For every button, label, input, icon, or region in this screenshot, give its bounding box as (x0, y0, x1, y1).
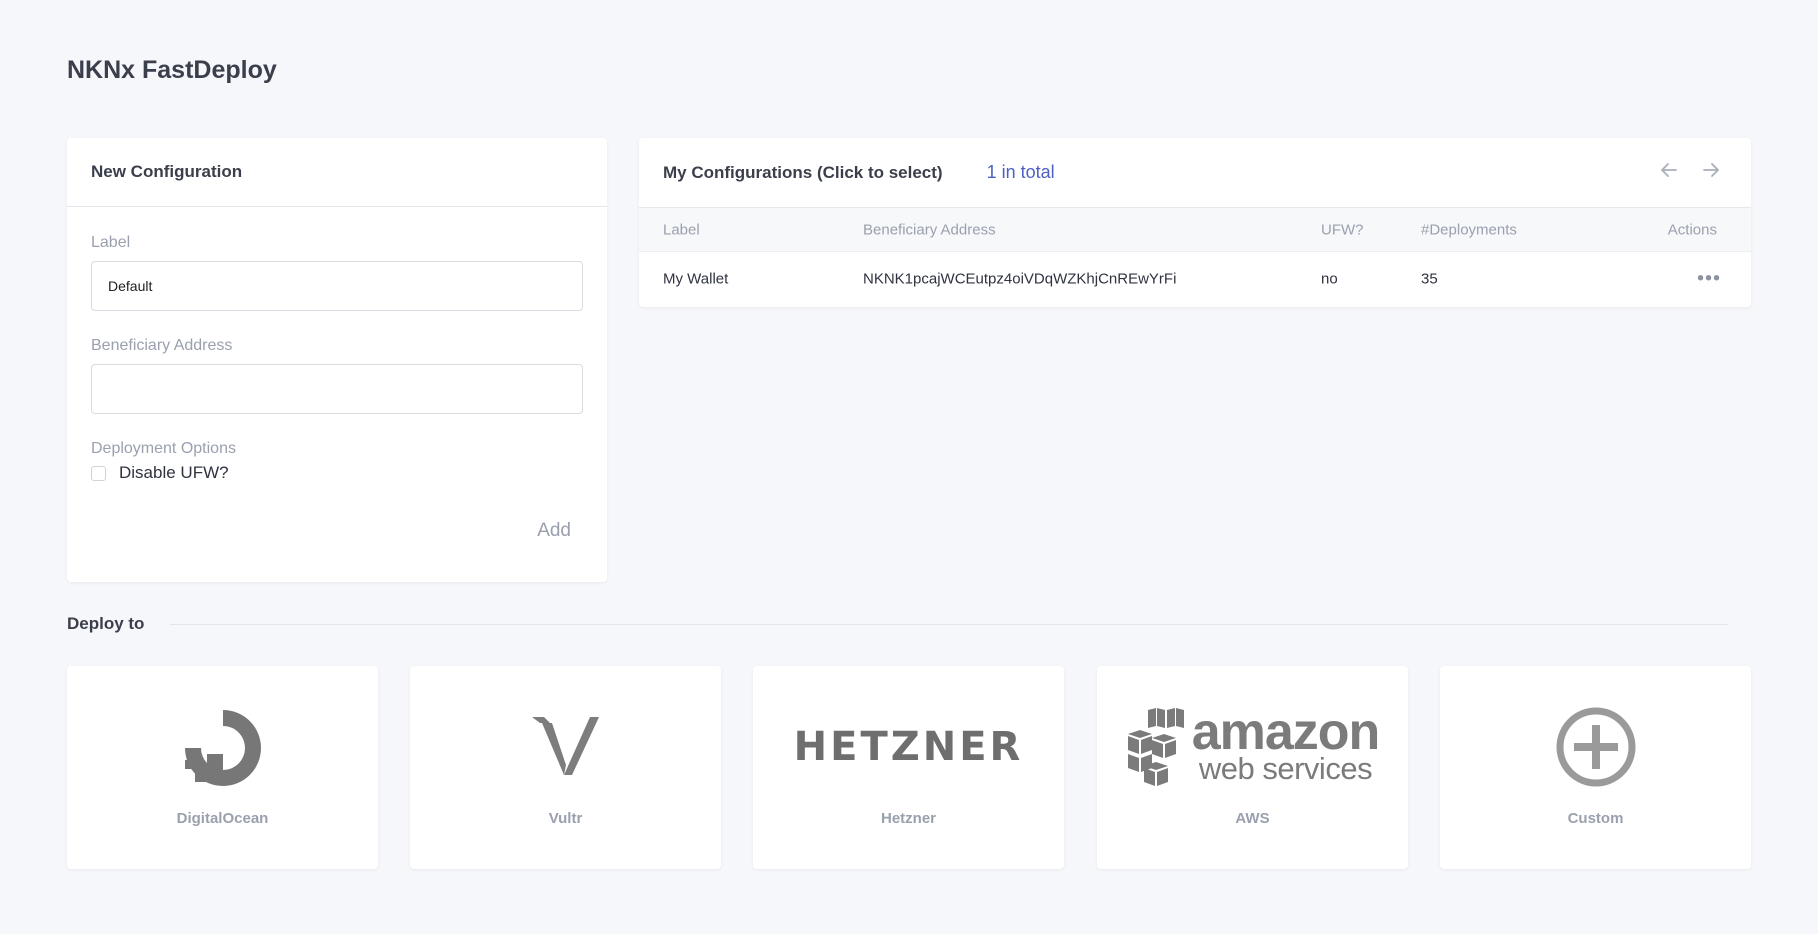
address-field-group: Beneficiary Address (91, 337, 583, 414)
page-title: NKNx FastDeploy (67, 56, 277, 84)
new-configuration-card: New Configuration Label Beneficiary Addr… (67, 138, 607, 582)
row-ufw: no (1321, 270, 1338, 288)
digitalocean-logo (67, 706, 378, 788)
row-beneficiary-address: NKNK1pcajWCEutpz4oiVDqWZKhjCnREwYrFi (863, 270, 1177, 288)
beneficiary-address-input[interactable] (91, 364, 583, 414)
my-configurations-card: My Configurations (Click to select) 1 in… (639, 138, 1751, 307)
deploy-to-title: Deploy to (67, 614, 145, 633)
disable-ufw-option[interactable]: Disable UFW? (91, 463, 583, 483)
label-input[interactable] (91, 261, 583, 311)
pagination (1659, 160, 1721, 186)
new-configuration-form: Label Beneficiary Address Deployment Opt… (67, 207, 607, 483)
provider-hetzner[interactable]: HETZNER Hetzner (753, 666, 1064, 869)
table-header: Label Beneficiary Address UFW? #Deployme… (639, 208, 1751, 252)
beneficiary-address-label: Beneficiary Address (91, 337, 233, 354)
provider-digitalocean[interactable]: DigitalOcean (67, 666, 378, 869)
arrow-left-icon[interactable] (1659, 160, 1679, 186)
provider-name: Vultr (548, 810, 583, 827)
hetzner-logo-text: HETZNER (793, 724, 1024, 770)
row-label: My Wallet (663, 270, 729, 288)
arrow-right-icon[interactable] (1701, 160, 1721, 186)
table-row[interactable]: My Wallet NKNK1pcajWCEutpz4oiVDqWZKhjCnR… (639, 252, 1751, 306)
provider-aws[interactable]: amazon web services AWS (1097, 666, 1408, 869)
vultr-logo (410, 706, 721, 788)
my-configurations-header: My Configurations (Click to select) 1 in… (639, 138, 1751, 208)
provider-name: Custom (1567, 810, 1624, 827)
new-configuration-title: New Configuration (67, 138, 607, 207)
aws-wordmark: amazon web services (1191, 703, 1381, 786)
aws-logo-subtext: web services (1198, 751, 1373, 786)
total-count: 1 in total (986, 162, 1055, 182)
column-deployments: #Deployments (1421, 221, 1517, 238)
disable-ufw-checkbox[interactable] (91, 465, 106, 481)
column-actions: Actions (1667, 221, 1717, 238)
add-button[interactable]: Add (537, 520, 571, 542)
label-field-label: Label (91, 234, 131, 251)
provider-name: AWS (1235, 810, 1270, 827)
row-deployments: 35 (1421, 270, 1438, 288)
deployment-options-label: Deployment Options (91, 440, 236, 457)
more-actions-icon[interactable]: ••• (1697, 268, 1721, 291)
provider-vultr[interactable]: Vultr (410, 666, 721, 869)
hetzner-logo: HETZNER (753, 706, 1064, 788)
column-ufw: UFW? (1321, 221, 1364, 238)
aws-logo: amazon web services (1097, 706, 1408, 788)
deploy-divider (170, 624, 1728, 625)
provider-name: Hetzner (880, 810, 936, 827)
column-beneficiary-address: Beneficiary Address (863, 221, 996, 238)
provider-name: DigitalOcean (176, 810, 269, 827)
disable-ufw-label[interactable]: Disable UFW? (119, 463, 229, 483)
label-field-group: Label (91, 234, 583, 311)
aws-logo-text: amazon (1191, 703, 1381, 761)
column-label: Label (663, 221, 700, 238)
provider-custom[interactable]: Custom (1440, 666, 1751, 869)
my-configurations-title: My Configurations (Click to select) (663, 162, 943, 182)
plus-circle-icon (1440, 706, 1751, 788)
